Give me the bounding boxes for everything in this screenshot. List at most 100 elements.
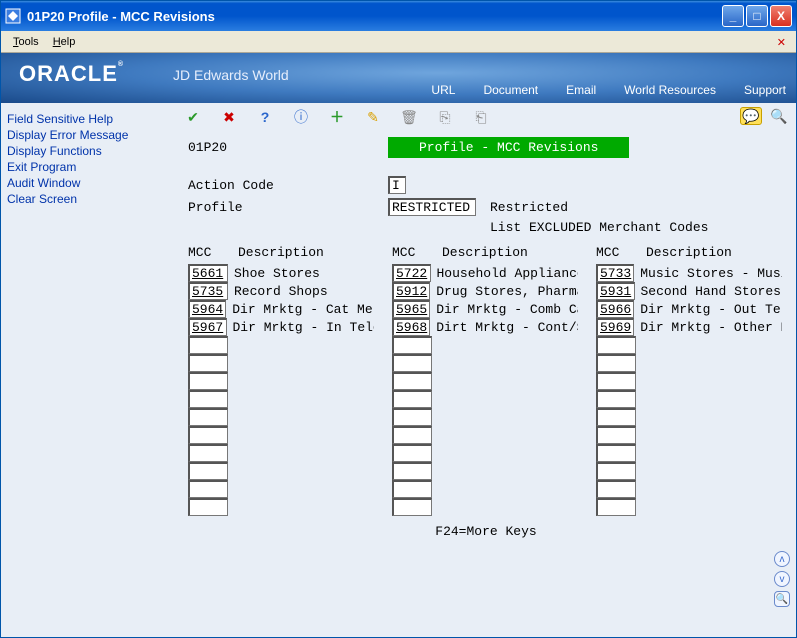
edit-icon[interactable]: ✎ [364,108,382,126]
zoom-icon[interactable]: 🔍 [774,591,790,607]
scroll-aux: ʌ v 🔍 [774,551,790,607]
sidebar-item[interactable]: Display Error Message [7,127,170,143]
sidebar-item[interactable]: Display Functions [7,143,170,159]
menubar-close-icon[interactable]: ✕ [771,34,792,51]
mcc-input[interactable] [596,462,636,480]
mcc-input[interactable]: 5912 [392,282,430,300]
link-support[interactable]: Support [744,83,786,97]
actioncode-label: Action Code [188,178,358,193]
mcc-input[interactable]: 5969 [596,318,634,336]
info-icon[interactable]: ⓘ [292,108,310,126]
mcc-input[interactable] [392,480,432,498]
mcc-input[interactable] [596,372,636,390]
link-url[interactable]: URL [431,83,455,97]
close-button[interactable]: X [770,5,792,27]
main-panel: ✔ ✖ ? ⓘ ＋ ✎ 🗑 ⎘ ⎗ 💬 🔍 01P20 Profile - MC [176,103,796,637]
sidebar-item[interactable]: Field Sensitive Help [7,111,170,127]
help-icon[interactable]: ? [256,108,274,126]
link-document[interactable]: Document [483,83,538,97]
link-world-resources[interactable]: World Resources [624,83,716,97]
hdr-mcc: MCC [188,245,228,260]
import-icon[interactable]: ⎗ [472,108,490,126]
table-row [596,390,782,408]
maximize-button[interactable]: □ [746,5,768,27]
mcc-input[interactable] [596,354,636,372]
mcc-input[interactable] [392,336,432,354]
mcc-input[interactable] [188,426,228,444]
table-row: 5967 Dir Mrktg - In Tele [188,318,374,336]
scroll-up-icon[interactable]: ʌ [774,551,790,567]
client-area: Field Sensitive Help Display Error Messa… [1,103,796,637]
mcc-input[interactable]: 5964 [188,300,226,318]
table-row [188,444,374,462]
profile-input[interactable]: RESTRICTED [388,198,476,216]
mcc-input[interactable]: 5967 [188,318,227,336]
mcc-input[interactable]: 5722 [392,264,431,282]
mcc-input[interactable] [596,390,636,408]
table-row [392,390,578,408]
mcc-input[interactable]: 5966 [596,300,634,318]
mcc-desc: Dir Mrktg - Other Di [640,320,782,335]
add-icon[interactable]: ＋ [328,108,346,126]
mcc-input[interactable] [596,480,636,498]
search-icon[interactable]: 🔍 [770,107,788,125]
menu-help[interactable]: HHelpelp [47,34,82,50]
mcc-input[interactable] [596,408,636,426]
mcc-input[interactable] [392,354,432,372]
mcc-desc: Drug Stores, Pharmac [436,284,578,299]
mcc-input[interactable] [392,462,432,480]
screen-title: Profile - MCC Revisions [388,137,629,158]
table-row: 5964Dir Mrktg - Cat Merc [188,300,374,318]
mcc-input[interactable] [392,426,432,444]
table-row [188,336,374,354]
mcc-input[interactable] [188,444,228,462]
mcc-input[interactable]: 5931 [596,282,635,300]
scroll-down-icon[interactable]: v [774,571,790,587]
mcc-desc: Dir Mrktg - In Tele [233,320,375,335]
mcc-input[interactable]: 5968 [392,318,430,336]
mcc-input[interactable] [392,390,432,408]
cancel-icon[interactable]: ✖ [220,108,238,126]
mcc-input[interactable] [188,372,228,390]
mcc-input[interactable] [188,390,228,408]
sidebar-item[interactable]: Clear Screen [7,191,170,207]
mcc-input[interactable] [188,462,228,480]
mcc-input[interactable] [596,498,636,516]
link-email[interactable]: Email [566,83,596,97]
table-row: 5733Music Stores - Music [596,264,782,282]
mcc-input[interactable] [188,480,228,498]
mcc-input[interactable] [392,372,432,390]
mcc-input[interactable] [188,408,228,426]
mcc-input[interactable]: 5733 [596,264,634,282]
oracle-logo: ORACLE® [19,61,124,87]
table-row [596,426,782,444]
mcc-input[interactable] [392,498,432,516]
menu-tools[interactable]: TToolsools [7,34,45,50]
mcc-input[interactable]: 5965 [392,300,430,318]
ok-icon[interactable]: ✔ [184,108,202,126]
delete-icon[interactable]: 🗑 [400,108,418,126]
sidebar-item[interactable]: Audit Window [7,175,170,191]
mcc-input[interactable] [188,336,228,354]
product-name: JD Edwards World [173,67,289,83]
minimize-button[interactable]: _ [722,5,744,27]
mcc-input[interactable] [596,426,636,444]
table-row: 5722Household Appliance [392,264,578,282]
mcc-input[interactable] [596,336,636,354]
window-title: 01P20 Profile - MCC Revisions [27,9,722,24]
export-icon[interactable]: ⎘ [436,108,454,126]
sidebar-item[interactable]: Exit Program [7,159,170,175]
mcc-input[interactable]: 5661 [188,264,228,282]
mcc-column: MCCDescription5722Household Appliance591… [392,245,578,516]
table-row [392,498,578,516]
mcc-input[interactable] [188,354,228,372]
mcc-input[interactable] [596,444,636,462]
chat-icon[interactable]: 💬 [740,107,762,125]
table-row [392,444,578,462]
mcc-input[interactable]: 5735 [188,282,228,300]
table-row: 5735Record Shops [188,282,374,300]
actioncode-input[interactable]: I [388,176,406,194]
mcc-input[interactable] [392,444,432,462]
mcc-input[interactable] [392,408,432,426]
mcc-input[interactable] [188,498,228,516]
